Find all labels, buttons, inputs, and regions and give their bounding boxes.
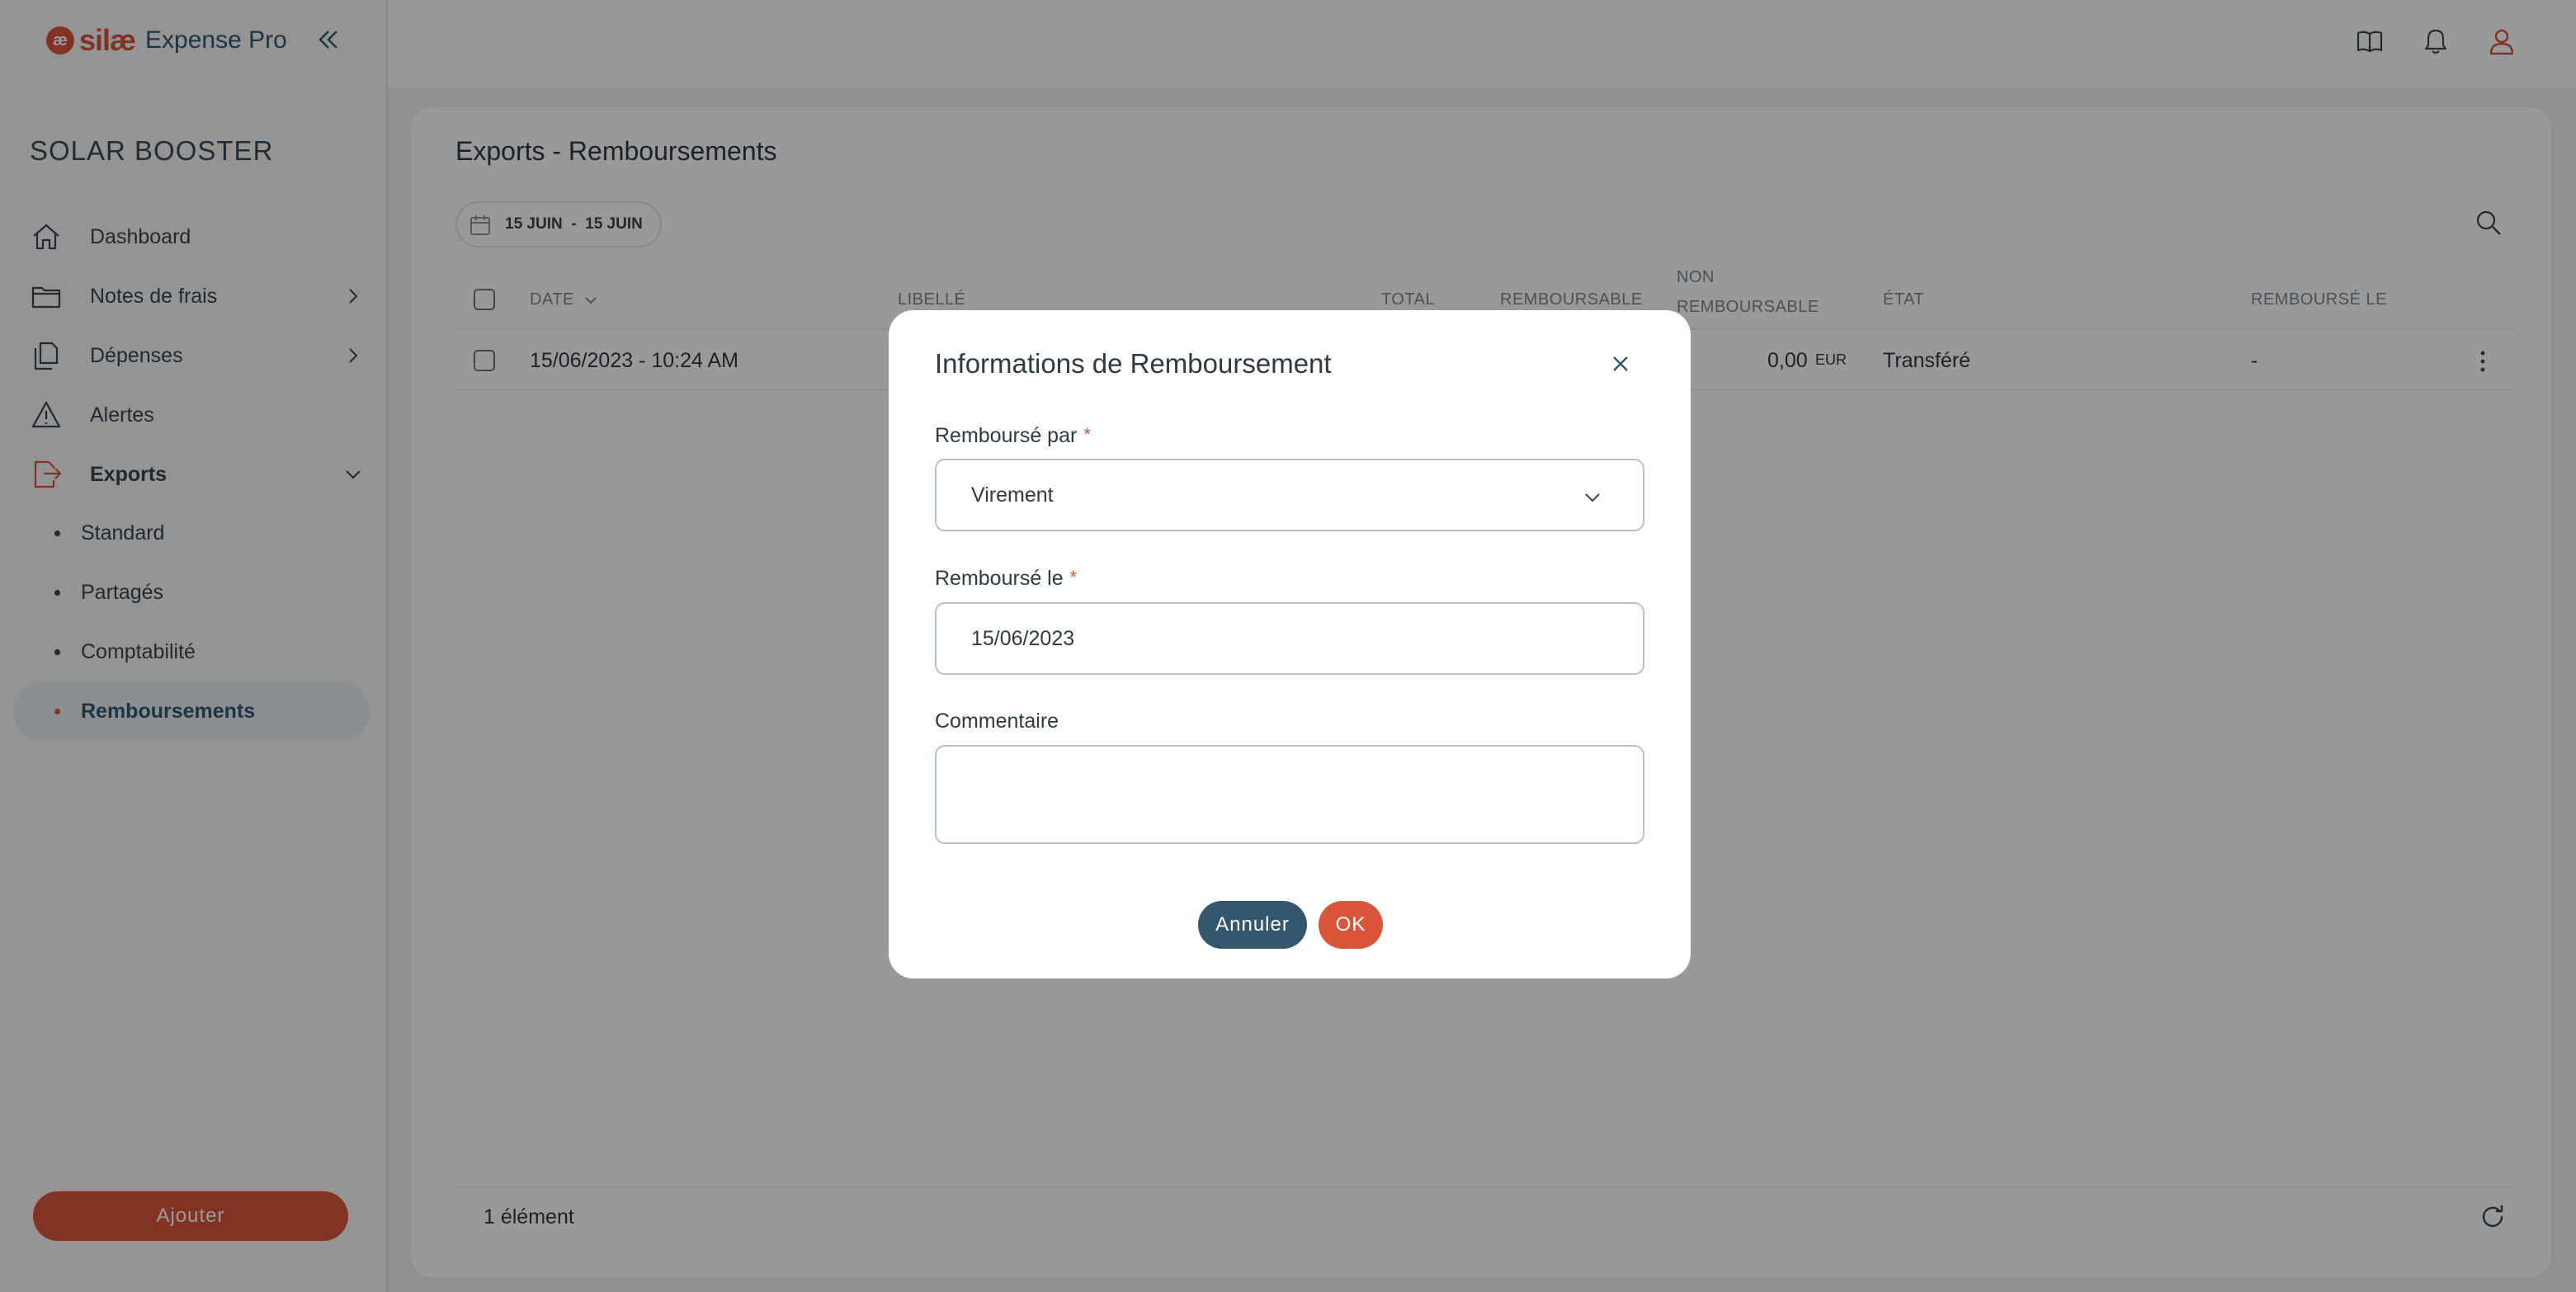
reimbursement-modal: Informations de Remboursement Remboursé … [889, 310, 1691, 978]
date-input-value: 15/06/2023 [971, 626, 1075, 650]
modal-title: Informations de Remboursement [935, 348, 1332, 379]
rembourse-le-date-input[interactable]: 15/06/2023 [935, 602, 1644, 675]
cancel-button[interactable]: Annuler [1198, 901, 1307, 949]
field-label: Remboursé par [935, 424, 1078, 447]
commentaire-textarea[interactable] [935, 745, 1644, 844]
rembourse-par-select[interactable]: Virement [935, 459, 1644, 531]
select-value: Virement [971, 483, 1054, 507]
field-label: Remboursé le [935, 567, 1064, 590]
rembourse-le-label: Remboursé le * [935, 567, 1077, 591]
close-icon[interactable] [1606, 350, 1635, 378]
commentaire-label: Commentaire [935, 710, 1059, 733]
rembourse-par-label: Remboursé par * [935, 424, 1091, 448]
required-marker: * [1069, 567, 1078, 587]
chevron-down-icon [1582, 487, 1603, 508]
required-marker: * [1083, 424, 1091, 445]
ok-button[interactable]: OK [1319, 901, 1383, 949]
